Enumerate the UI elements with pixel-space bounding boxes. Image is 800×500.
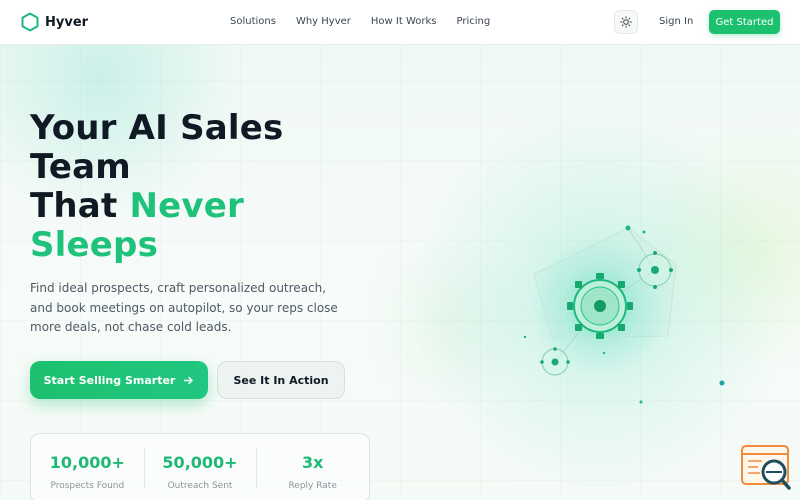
hero-title: Your AI Sales Team That Never Sleeps (30, 109, 283, 265)
start-selling-button[interactable]: Start Selling Smarter (30, 361, 208, 399)
hero-title-accent-sleeps: Sleeps (30, 225, 159, 265)
nav-link-how-it-works[interactable]: How It Works (371, 16, 437, 27)
navbar: Hyver Solutions Why Hyver How It Works P… (0, 0, 800, 45)
nav-links: Solutions Why Hyver How It Works Pricing (230, 16, 490, 27)
code-search-icon (741, 445, 791, 490)
see-it-in-action-button[interactable]: See It In Action (217, 361, 345, 399)
hexagon-logo-icon (21, 12, 39, 32)
start-selling-label: Start Selling Smarter (43, 373, 176, 387)
stat-label: Reply Rate (288, 481, 337, 491)
arrow-right-icon (184, 376, 194, 384)
brand-name: Hyver (45, 14, 89, 30)
hero-title-line-2: Team (30, 147, 131, 187)
hero-subtitle: Find ideal prospects, craft personalized… (30, 281, 338, 334)
stat-value: 50,000+ (162, 453, 238, 472)
stat-prospects: 10,000+ Prospects Found (31, 434, 144, 500)
ai-network-illustration (523, 225, 725, 404)
floating-search-widget[interactable] (740, 444, 792, 492)
stat-label: Outreach Sent (167, 481, 233, 491)
nav-link-why-hyver[interactable]: Why Hyver (296, 16, 351, 27)
get-started-button[interactable]: Get Started (709, 10, 780, 34)
nav-link-pricing[interactable]: Pricing (456, 16, 490, 27)
stat-label: Prospects Found (50, 481, 125, 491)
central-gear-node (567, 273, 633, 339)
stat-outreach: 50,000+ Outreach Sent (143, 434, 257, 500)
logo[interactable]: Hyver (21, 12, 88, 32)
sun-icon (620, 16, 632, 28)
hero-title-line-1: Your AI Sales (30, 108, 284, 148)
sign-in-link[interactable]: Sign In (659, 16, 693, 27)
stat-reply-rate: 3x Reply Rate (256, 434, 369, 500)
stat-value: 3x (301, 453, 324, 472)
stats-panel: 10,000+ Prospects Found 50,000+ Outreach… (30, 433, 370, 500)
hero-title-line-3: That (30, 186, 130, 226)
hero-title-accent-never: Never (129, 186, 244, 226)
theme-toggle-button[interactable] (614, 10, 638, 34)
stat-value: 10,000+ (49, 453, 125, 472)
nav-link-solutions[interactable]: Solutions (230, 16, 276, 27)
